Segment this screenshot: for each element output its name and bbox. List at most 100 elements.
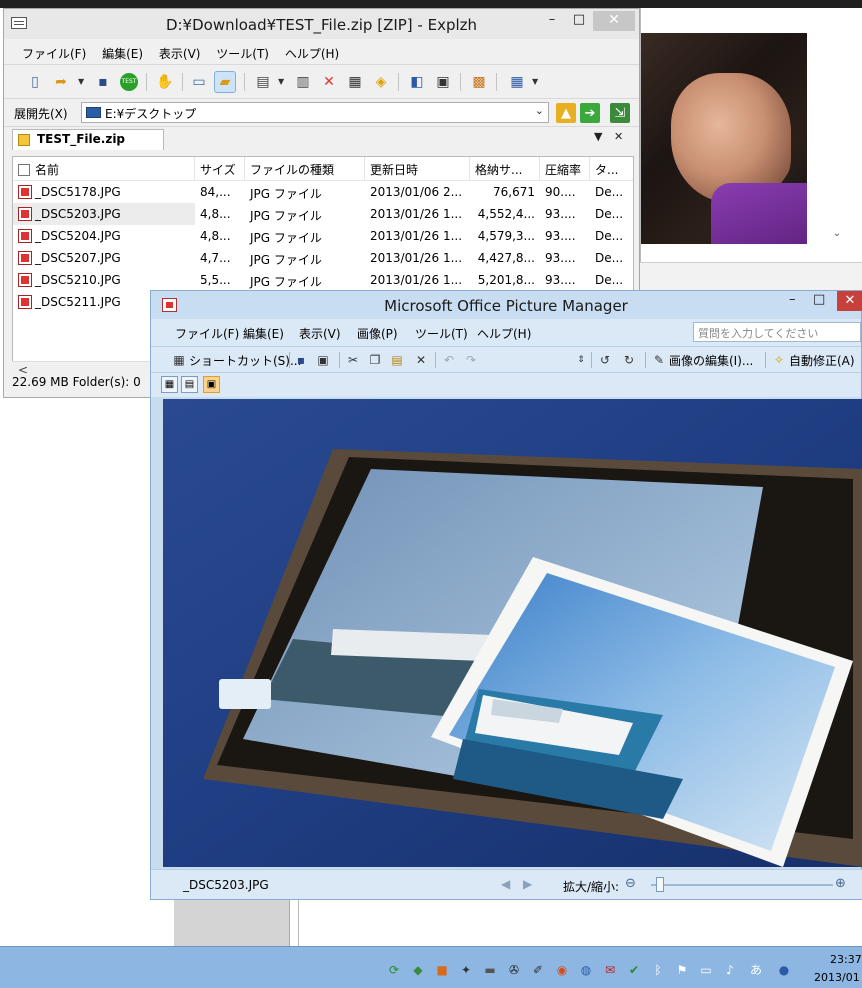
filmstrip-view-icon[interactable]: ▤ <box>181 376 198 393</box>
bluetooth-icon[interactable]: ᛒ <box>650 962 666 978</box>
view-mode-dropdown-icon[interactable]: ▼ <box>532 77 540 86</box>
rotate-right-icon[interactable]: ↻ <box>621 352 637 368</box>
open-dropdown-icon[interactable]: ▼ <box>78 77 86 86</box>
clipboard-dropdown-icon[interactable]: ▼ <box>278 77 286 86</box>
comment-icon[interactable]: ▭ <box>188 71 210 93</box>
pm-menu-help[interactable]: ヘルプ(H) <box>477 325 531 342</box>
tab-test-file-zip[interactable]: TEST_File.zip <box>12 129 164 150</box>
shield-icon[interactable]: ◆ <box>410 962 426 978</box>
test-archive-icon[interactable]: TEST <box>118 71 140 93</box>
clipboard-icon[interactable]: ▤ <box>252 71 274 93</box>
zoom-out-icon[interactable]: ⊖ <box>625 876 636 891</box>
pm-close-button[interactable]: ✕ <box>837 291 862 311</box>
delete-icon[interactable]: ✕ <box>318 71 340 93</box>
explzh-menu-help[interactable]: ヘルプ(H) <box>279 39 345 62</box>
shortcut-button[interactable]: ショートカット(S)... <box>189 352 301 369</box>
table-row[interactable]: _DSC5178.JPG 84,... JPG ファイル 2013/01/06 2..… <box>13 181 633 203</box>
next-picture-icon[interactable]: ▶ <box>523 877 532 891</box>
sync-icon[interactable]: ⟳ <box>386 962 402 978</box>
pm-menu-edit[interactable]: 編集(E) <box>243 325 284 342</box>
security-check-icon[interactable]: ✔ <box>626 962 642 978</box>
pm-minimize-button[interactable]: – <box>789 292 796 307</box>
zoom-in-icon[interactable]: ⊕ <box>835 876 846 891</box>
thumbnail-view-icon[interactable]: ▦ <box>161 376 178 393</box>
pm-menu-view[interactable]: 表示(V) <box>299 325 341 342</box>
ime-toolbar-icon[interactable]: ● <box>776 962 792 978</box>
delete-icon[interactable]: ✕ <box>413 352 429 368</box>
clock-time[interactable]: 23:37 <box>830 953 862 966</box>
pm-menu-tools[interactable]: ツール(T) <box>415 325 468 342</box>
clock-date[interactable]: 2013/01 <box>814 971 860 984</box>
tool-icon[interactable]: ✦ <box>458 962 474 978</box>
extract-icon[interactable]: ✋ <box>154 71 176 93</box>
extract-all-icon[interactable]: ⇲ <box>610 103 630 123</box>
archive-tray-icon[interactable]: ■ <box>434 962 450 978</box>
view-mode-icon[interactable]: ▦ <box>506 71 528 93</box>
chevron-down-icon[interactable]: ⌄ <box>535 104 544 117</box>
pen-icon[interactable]: ✐ <box>530 962 546 978</box>
properties-icon[interactable]: ▦ <box>344 71 366 93</box>
drive-icon[interactable]: ▬ <box>482 962 498 978</box>
column-header-date[interactable]: 更新日時 <box>365 157 470 181</box>
ime-mode-indicator[interactable]: あ <box>748 962 764 978</box>
tab-list-dropdown-icon[interactable]: ▼ <box>594 130 602 143</box>
explzh-menu-view[interactable]: 表示(V) <box>153 39 207 62</box>
column-header-ratio[interactable]: 圧縮率 <box>540 157 590 181</box>
auto-correct-button[interactable]: 自動修正(A) <box>789 352 855 369</box>
select-all-checkbox[interactable] <box>18 164 30 176</box>
edit-pictures-button[interactable]: 画像の編集(I)... <box>669 352 753 369</box>
single-picture-view-icon[interactable]: ▣ <box>203 376 220 393</box>
column-header-type[interactable]: ファイルの種類 <box>245 157 365 181</box>
undo-icon[interactable]: ↶ <box>441 352 457 368</box>
copy-icon[interactable]: ❐ <box>367 352 383 368</box>
extract-path-combobox[interactable]: E:¥デスクトップ ⌄ <box>81 102 549 123</box>
flag-icon[interactable]: ⚑ <box>674 962 690 978</box>
explzh-minimize-button[interactable]: – <box>541 11 563 31</box>
network-icon[interactable]: ▭ <box>698 962 714 978</box>
tab-close-icon[interactable]: ✕ <box>614 130 623 143</box>
column-header-packed[interactable]: 格納サ... <box>470 157 540 181</box>
zoom-slider-track[interactable] <box>651 884 833 886</box>
table-row[interactable]: _DSC5203.JPG 4,8... JPG ファイル 2013/01/26 1..… <box>13 203 633 225</box>
explzh-menu-edit[interactable]: 編集(E) <box>96 39 149 62</box>
save-icon[interactable]: ▪ <box>92 71 114 93</box>
pm-menu-file[interactable]: ファイル(F) <box>175 325 239 342</box>
column-header-name[interactable]: 名前 <box>13 157 195 181</box>
extract-go-icon[interactable]: ➔ <box>580 103 600 123</box>
table-row[interactable]: _DSC5210.JPG 5,5... JPG ファイル 2013/01/26 1..… <box>13 269 633 291</box>
helper-icon[interactable]: ✇ <box>506 962 522 978</box>
table-row[interactable]: _DSC5207.JPG 4,7... JPG ファイル 2013/01/26 1..… <box>13 247 633 269</box>
toolbar-overflow-icon[interactable]: ⇕ <box>573 352 589 368</box>
folder-view-icon[interactable]: ▰ <box>214 71 236 93</box>
save-icon[interactable]: ▪ <box>293 352 309 368</box>
send-icon[interactable]: ◧ <box>406 71 428 93</box>
cut-icon[interactable]: ✂ <box>345 352 361 368</box>
table-row[interactable]: _DSC5204.JPG 4,8... JPG ファイル 2013/01/26 1..… <box>13 225 633 247</box>
self-extract-icon[interactable]: ▩ <box>468 71 490 93</box>
column-header-t[interactable]: タ... <box>590 157 633 181</box>
folder-up-icon[interactable]: ▲ <box>556 103 576 123</box>
password-icon[interactable]: ◈ <box>370 71 392 93</box>
ask-question-input[interactable]: 質問を入力してください <box>693 322 861 342</box>
mail-icon[interactable]: ✉ <box>602 962 618 978</box>
explzh-close-button[interactable]: ✕ <box>593 11 635 31</box>
picture-manager-titlebar[interactable]: Microsoft Office Picture Manager – □ ✕ <box>151 291 862 319</box>
paste-icon[interactable]: ▤ <box>389 352 405 368</box>
export-icon[interactable]: ▣ <box>315 352 331 368</box>
explzh-menu-tools[interactable]: ツール(T) <box>210 39 275 62</box>
split-icon[interactable]: ▣ <box>432 71 454 93</box>
open-archive-icon[interactable]: ➦ <box>50 71 72 93</box>
volume-icon[interactable]: ♪ <box>722 962 738 978</box>
previous-picture-icon[interactable]: ◀ <box>501 877 510 891</box>
column-header-size[interactable]: サイズ <box>195 157 245 181</box>
archive-info-icon[interactable]: ▥ <box>292 71 314 93</box>
browser-icon[interactable]: ◉ <box>554 962 570 978</box>
explzh-titlebar[interactable]: D:¥Download¥TEST_File.zip [ZIP] - Explzh… <box>4 9 639 39</box>
pm-maximize-button[interactable]: □ <box>813 292 825 307</box>
explzh-maximize-button[interactable]: □ <box>568 11 590 31</box>
explzh-menu-file[interactable]: ファイル(F) <box>16 39 92 62</box>
background-scroll-down-icon[interactable]: ⌄ <box>830 228 844 242</box>
zoom-slider-thumb[interactable] <box>656 877 664 892</box>
rotate-left-icon[interactable]: ↺ <box>597 352 613 368</box>
redo-icon[interactable]: ↷ <box>463 352 479 368</box>
